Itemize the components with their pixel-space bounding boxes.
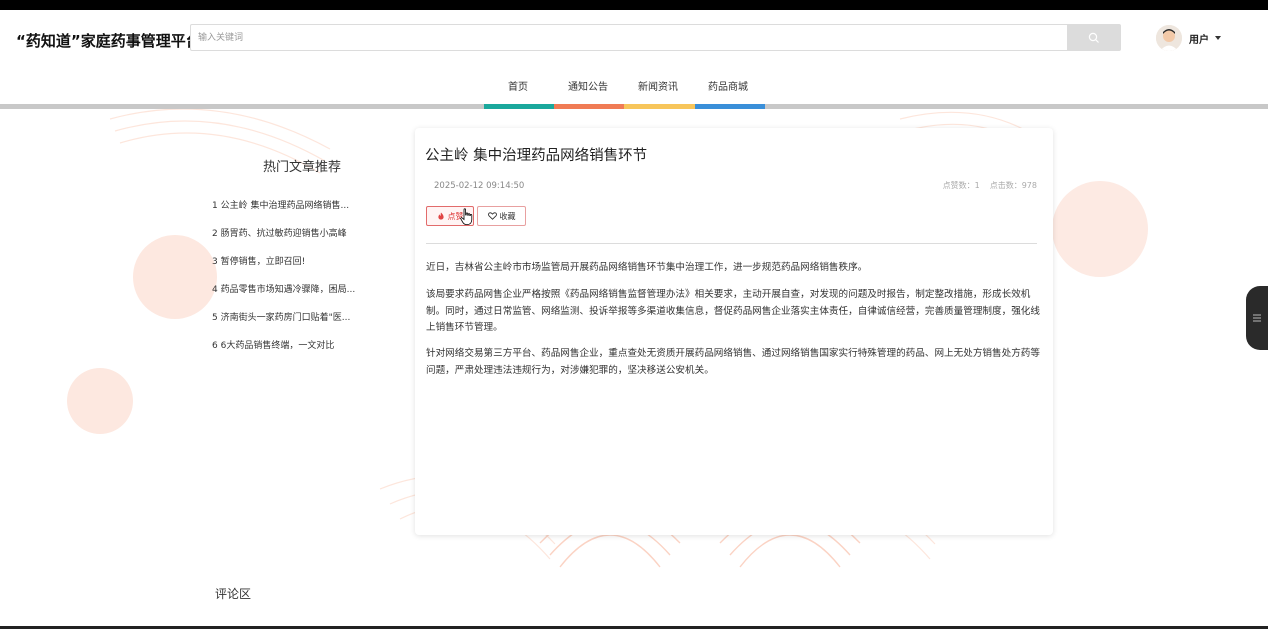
hand-cursor-icon bbox=[460, 208, 473, 225]
favorite-button[interactable]: 收藏 bbox=[477, 206, 526, 226]
user-name: 用户 bbox=[1189, 34, 1209, 46]
search-box bbox=[190, 24, 1121, 51]
hot-article-item[interactable]: 5 济南街头一家药房门口贴着"医... bbox=[212, 310, 350, 323]
nav-shop[interactable]: 药品商城 bbox=[708, 78, 748, 93]
like-count: 点赞数：1 bbox=[942, 181, 980, 190]
list-icon bbox=[1253, 314, 1261, 322]
click-count: 点击数：978 bbox=[989, 181, 1037, 190]
hot-article-title: 公主岭 集中治理药品网络销售... bbox=[220, 201, 350, 211]
hot-article-item[interactable]: 1 公主岭 集中治理药品网络销售... bbox=[212, 198, 349, 211]
hot-article-item[interactable]: 4 药品零售市场知遇冷骤降，困局... bbox=[212, 282, 355, 295]
search-button[interactable] bbox=[1067, 25, 1120, 50]
hot-article-index: 1 bbox=[212, 201, 218, 211]
user-menu[interactable]: 用户 bbox=[1156, 24, 1221, 52]
article-paragraph: 近日，吉林省公主岭市市场监管局开展药品网络销售环节集中治理工作，进一步规范药品网… bbox=[426, 262, 868, 273]
article-date: 2025-02-12 09:14:50 bbox=[434, 181, 525, 191]
search-input[interactable] bbox=[191, 25, 1067, 50]
search-icon bbox=[1088, 32, 1099, 43]
hot-article-index: 5 bbox=[212, 313, 218, 323]
comment-section-label: 评论区 bbox=[215, 587, 252, 601]
article-divider bbox=[426, 243, 1037, 244]
favorite-button-label: 收藏 bbox=[499, 211, 516, 221]
chevron-down-icon bbox=[1215, 36, 1221, 40]
hot-article-index: 4 bbox=[212, 285, 218, 295]
nav-news[interactable]: 新闻资讯 bbox=[638, 78, 678, 93]
hot-article-title: 药品零售市场知遇冷骤降，困局... bbox=[220, 285, 356, 295]
hot-article-title: 6大药品销售终端，一文对比 bbox=[220, 341, 335, 351]
article-paragraph: 该局要求药品网售企业严格按照《药品网络销售监督管理办法》相关要求，主动开展自查，… bbox=[426, 289, 1040, 333]
main-nav: 首页 通知公告 新闻资讯 药品商城 bbox=[0, 66, 1268, 104]
article-title: 公主岭 集中治理药品网络销售环节 bbox=[425, 148, 648, 164]
hot-article-title: 暂停销售，立即召回! bbox=[220, 257, 306, 267]
hot-article-item[interactable]: 3 暂停销售，立即召回! bbox=[212, 254, 305, 267]
hot-article-title: 济南街头一家药房门口贴着"医... bbox=[220, 313, 351, 323]
site-title: “药知道”家庭药事管理平台 bbox=[16, 32, 201, 50]
header: “药知道”家庭药事管理平台 用户 bbox=[0, 10, 1268, 66]
hot-article-item[interactable]: 6 6大药品销售终端，一文对比 bbox=[212, 338, 334, 351]
hot-article-index: 6 bbox=[212, 341, 218, 351]
article-card: 公主岭 集中治理药品网络销售环节 2025-02-12 09:14:50 点赞数… bbox=[415, 128, 1053, 535]
hot-article-title: 肠胃药、抗过敏药迎销售小高峰 bbox=[220, 229, 347, 239]
heart-icon bbox=[487, 212, 497, 220]
nav-notices[interactable]: 通知公告 bbox=[568, 78, 608, 93]
article-stats: 点赞数：1 点击数：978 bbox=[933, 180, 1037, 191]
thumbs-up-icon bbox=[437, 212, 444, 220]
hot-article-index: 3 bbox=[212, 257, 218, 267]
hot-article-index: 2 bbox=[212, 229, 218, 239]
avatar-icon bbox=[1156, 25, 1182, 51]
side-menu-tab[interactable] bbox=[1246, 286, 1268, 350]
nav-home[interactable]: 首页 bbox=[508, 78, 528, 93]
article-paragraph: 针对网络交易第三方平台、药品网售企业，重点查处无资质开展药品网络销售、通过网络销… bbox=[426, 348, 1040, 376]
hot-article-item[interactable]: 2 肠胃药、抗过敏药迎销售小高峰 bbox=[212, 226, 347, 239]
hot-articles-title: 热门文章推荐 bbox=[263, 160, 342, 175]
window-top-bar bbox=[0, 0, 1268, 10]
